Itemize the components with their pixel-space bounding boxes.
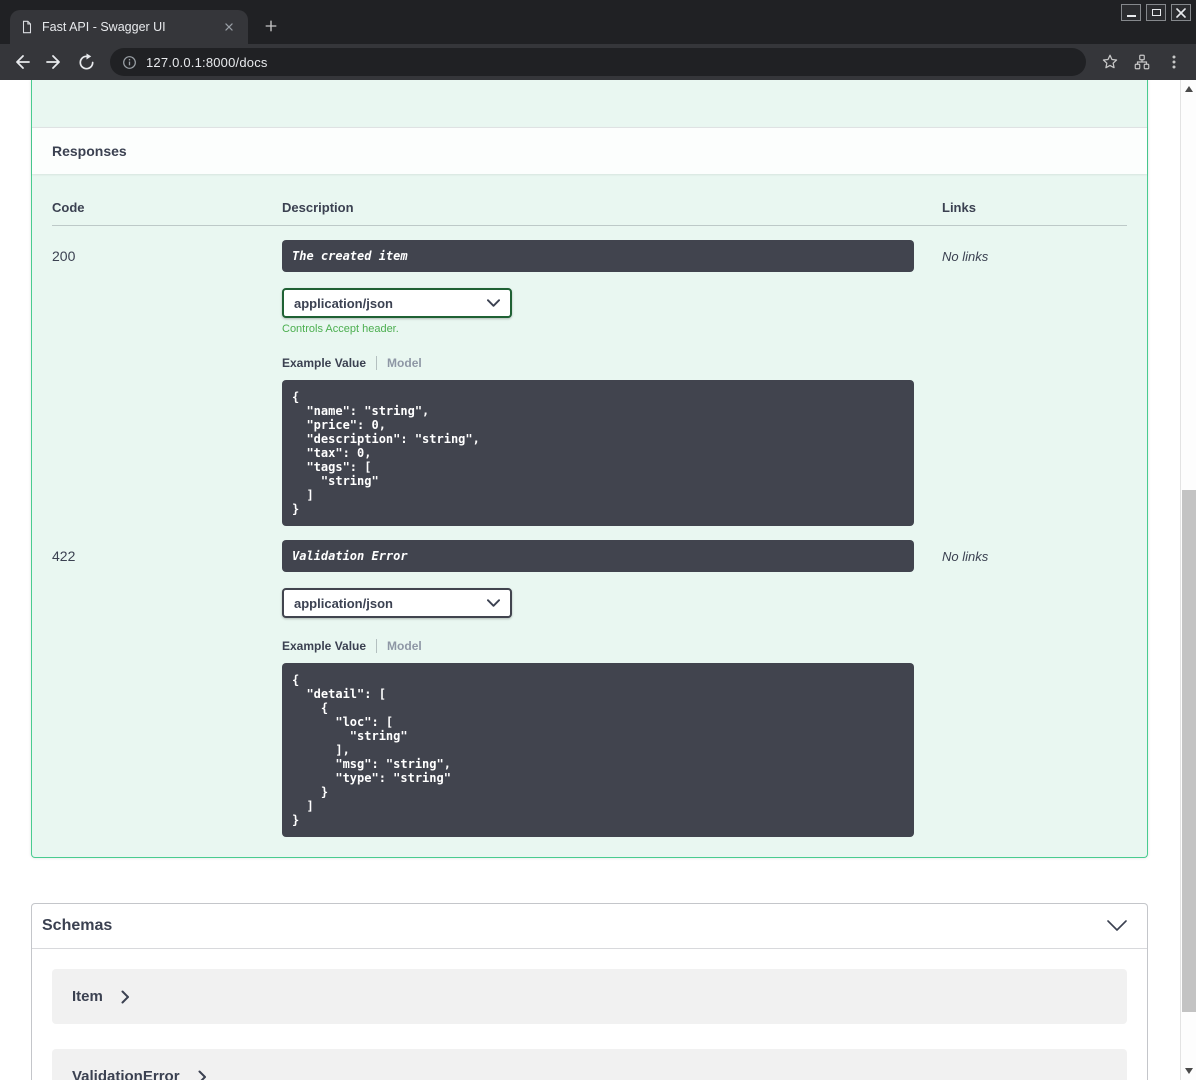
response-code: 200 — [52, 248, 76, 264]
browser-menu-icon[interactable] — [1160, 48, 1188, 76]
media-type-value: application/json — [294, 295, 393, 311]
example-model-tabs: Example Value Model — [282, 638, 914, 653]
media-type-select[interactable]: application/json — [282, 288, 512, 318]
chevron-right-icon — [198, 1070, 207, 1080]
window-maximize-button[interactable] — [1146, 4, 1166, 21]
model-row-validationerror[interactable]: ValidationError — [52, 1049, 1127, 1080]
browser-titlebar: Fast API - Swagger UI — [0, 0, 1196, 44]
example-json-200: { "name": "string", "price": 0, "descrip… — [282, 380, 914, 526]
model-row-item[interactable]: Item — [52, 969, 1127, 1024]
tab-close-icon[interactable] — [220, 18, 238, 36]
media-type-value: application/json — [294, 595, 393, 611]
scrollbar-up-arrow[interactable] — [1181, 82, 1196, 96]
scrollbar-thumb[interactable] — [1182, 490, 1196, 1012]
scrollbar-down-arrow[interactable] — [1181, 1064, 1196, 1078]
swagger-page: Responses Code Description Links 200 The… — [0, 80, 1180, 1080]
response-description-text: The created item — [292, 249, 408, 263]
response-description-cell: Validation Error application/json Exampl… — [282, 540, 914, 837]
model-name: Item — [72, 988, 103, 1005]
extensions-icon[interactable] — [1128, 48, 1156, 76]
column-header-description: Description — [282, 200, 354, 215]
tab-example-value[interactable]: Example Value — [282, 356, 366, 370]
chevron-down-icon — [487, 299, 500, 307]
response-description-cell: The created item application/json Contro… — [282, 240, 914, 526]
schemas-collapse-chevron-icon[interactable] — [1107, 920, 1127, 932]
response-description-block: The created item — [282, 240, 914, 272]
back-button[interactable] — [8, 48, 36, 76]
schemas-models: Item ValidationError — [32, 949, 1147, 1080]
tab-model[interactable]: Model — [387, 639, 422, 653]
example-model-tabs: Example Value Model — [282, 355, 914, 370]
schemas-title: Schemas — [42, 917, 113, 934]
tab-divider — [376, 355, 378, 370]
response-row-422: 422 Validation Error application/json Ex… — [52, 526, 1127, 837]
bookmark-star-icon[interactable] — [1096, 48, 1124, 76]
responses-section-header: Responses — [32, 127, 1147, 174]
url-text: 127.0.0.1:8000/docs — [146, 54, 268, 70]
schemas-section: Schemas Item ValidationError — [31, 903, 1148, 1080]
forward-button[interactable] — [40, 48, 68, 76]
url-bar[interactable]: 127.0.0.1:8000/docs — [110, 48, 1086, 76]
window-close-button[interactable] — [1171, 4, 1191, 21]
response-links: No links — [942, 549, 989, 564]
chevron-down-icon — [487, 599, 500, 607]
page-favicon-icon — [20, 20, 34, 34]
tab-divider — [376, 638, 378, 653]
reload-button[interactable] — [72, 48, 100, 76]
opblock-post-expanded: Responses Code Description Links 200 The… — [31, 80, 1148, 858]
new-tab-button[interactable] — [258, 13, 284, 39]
chevron-right-icon — [121, 990, 130, 1004]
browser-navbar: 127.0.0.1:8000/docs — [0, 44, 1196, 80]
responses-table-header: Code Description Links — [52, 174, 1127, 226]
browser-tab[interactable]: Fast API - Swagger UI — [10, 10, 248, 44]
media-type-select[interactable]: application/json — [282, 588, 512, 618]
responses-table: Code Description Links 200 The created i… — [32, 174, 1147, 857]
response-code: 422 — [52, 548, 76, 564]
tab-model[interactable]: Model — [387, 356, 422, 370]
window-minimize-button[interactable] — [1121, 4, 1141, 21]
accept-header-hint: Controls Accept header. — [282, 323, 399, 335]
response-description-block: Validation Error — [282, 540, 914, 572]
schemas-header[interactable]: Schemas — [32, 904, 1147, 949]
page-scrollbar[interactable] — [1180, 80, 1196, 1080]
opblock-spacer — [32, 80, 1147, 127]
window-controls — [1121, 4, 1191, 21]
responses-title: Responses — [52, 143, 127, 159]
response-links: No links — [942, 249, 989, 264]
response-description-text: Validation Error — [292, 549, 408, 563]
tab-title: Fast API - Swagger UI — [42, 20, 166, 34]
column-header-code: Code — [52, 200, 85, 215]
column-header-links: Links — [942, 200, 976, 215]
tab-example-value[interactable]: Example Value — [282, 639, 366, 653]
site-info-icon[interactable] — [122, 55, 137, 70]
response-row-200: 200 The created item application/json Co… — [52, 226, 1127, 526]
example-json-422: { "detail": [ { "loc": [ "string" ], "ms… — [282, 663, 914, 837]
model-name: ValidationError — [72, 1068, 180, 1080]
